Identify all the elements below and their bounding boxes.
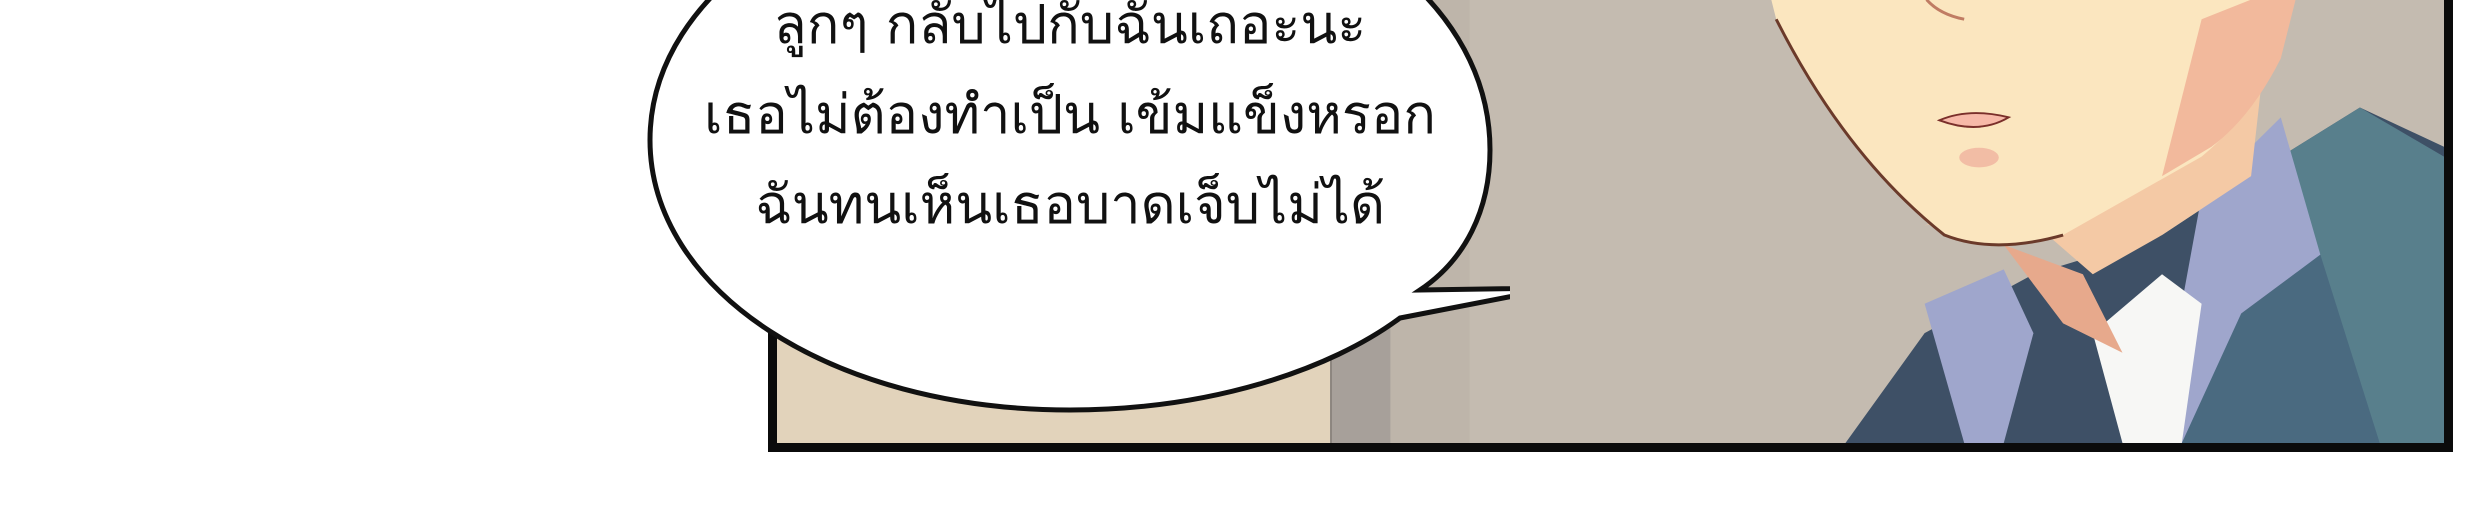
speech-line-3: ฉันทนเห็นเธอบาดเจ็บไม่ได้ [754,173,1386,236]
lip-blush [1959,147,1999,168]
speech-line-2: เธอไม่ต้องทำเป็น เข้มแข็งหรอก [704,83,1436,146]
comic-page: ลูกๆ กลับไปกับฉันเถอะนะ เธอไม่ต้องทำเป็น… [0,0,2480,508]
speech-bubble-text: ลูกๆ กลับไปกับฉันเถอะนะ เธอไม่ต้องทำเป็น… [645,0,1495,250]
speech-line-1: ลูกๆ กลับไปกับฉันเถอะนะ [773,0,1367,56]
